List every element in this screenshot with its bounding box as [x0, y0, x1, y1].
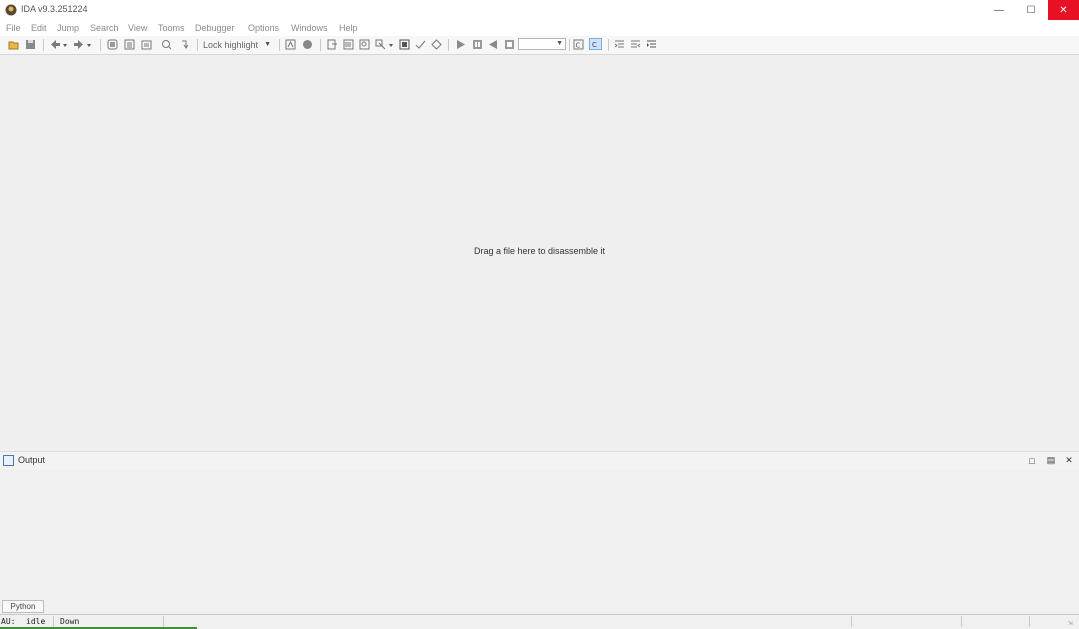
step-icon[interactable] [180, 39, 191, 50]
float-icon: ▤ [1046, 455, 1056, 465]
close-button[interactable]: ✕ [1048, 0, 1079, 20]
status-direction: Down [60, 617, 80, 626]
output-pane-header: Output □ ▤ ✕ [0, 451, 1079, 470]
structures-icon[interactable] [399, 39, 410, 50]
menu-bar: File Edit Jump Search View Tooms Debugge… [0, 20, 1079, 36]
open-file-button[interactable] [8, 39, 19, 50]
menu-windows[interactable]: Windows [291, 23, 328, 33]
ida-logo-icon [5, 4, 17, 16]
menu-tools[interactable]: Tooms [158, 23, 185, 33]
output-close-button[interactable]: ✕ [1063, 455, 1075, 466]
cli-language-button[interactable]: Python [2, 600, 44, 613]
status-au-state: idle [26, 617, 46, 626]
output-window-icon [3, 455, 14, 466]
menu-file[interactable]: File [6, 23, 21, 33]
imports-icon[interactable] [343, 39, 354, 50]
hex-view-icon[interactable] [141, 39, 152, 50]
menu-search[interactable]: Search [90, 23, 119, 33]
close-icon: ✕ [1065, 455, 1073, 465]
patch-icon[interactable] [415, 39, 426, 50]
names-icon[interactable] [359, 39, 370, 50]
maximize-icon: ☐ [1026, 4, 1036, 16]
svg-text:C: C [592, 41, 597, 49]
output-maximize-button[interactable]: □ [1026, 455, 1038, 466]
back-button[interactable] [50, 39, 61, 50]
drop-hint: Drag a file here to disassemble it [473, 246, 606, 256]
pseudocode-icon[interactable]: C [573, 39, 584, 50]
minimize-button[interactable]: — [984, 0, 1014, 20]
close-icon: ✕ [1059, 4, 1068, 16]
collapse-icon[interactable] [646, 39, 657, 50]
lock-highlight-label: Lock highlight [203, 39, 259, 50]
forward-button[interactable] [73, 39, 84, 50]
cli-bar: Python [0, 600, 1079, 615]
chevron-down-icon: ▼ [556, 40, 563, 47]
find-icon[interactable] [161, 39, 172, 50]
run-icon[interactable] [455, 39, 466, 50]
outdent-icon[interactable] [614, 39, 625, 50]
minimize-icon: — [994, 4, 1004, 16]
xrefs-icon[interactable] [375, 39, 386, 50]
debugger-select[interactable]: ▼ [518, 38, 566, 50]
step-back-icon[interactable] [488, 39, 499, 50]
graph-view-icon[interactable] [107, 39, 118, 50]
menu-help[interactable]: Help [339, 23, 358, 33]
resize-grip-icon[interactable]: ⇲ [1068, 618, 1077, 627]
indent-icon[interactable] [630, 39, 641, 50]
exports-icon[interactable] [327, 39, 338, 50]
menu-jump[interactable]: Jump [57, 23, 79, 33]
decompile-toggle-icon[interactable]: C [589, 38, 602, 50]
menu-options[interactable]: Options [248, 23, 279, 33]
lock-highlight-dropdown[interactable]: Lock highlight ▼ [200, 38, 274, 51]
svg-text:C: C [576, 42, 581, 50]
output-title: Output [18, 455, 46, 465]
status-bar: AU: idle Down ⇲ [0, 615, 1079, 629]
save-button[interactable] [25, 39, 36, 50]
chevron-down-icon: ▼ [264, 41, 271, 48]
window-title: IDA v9.3.251224 [21, 4, 88, 14]
xrefs-dropdown-icon[interactable] [388, 39, 394, 50]
maximize-button[interactable]: ☐ [1016, 0, 1046, 20]
settings-icon[interactable] [431, 39, 442, 50]
toolbar: Lock highlight ▼ ▼ C C [0, 36, 1079, 55]
pause-icon[interactable] [472, 39, 483, 50]
segments-icon[interactable] [285, 39, 296, 50]
menu-debugger[interactable]: Debugger [195, 23, 235, 33]
back-dropdown-icon[interactable] [62, 39, 68, 50]
forward-dropdown-icon[interactable] [86, 39, 92, 50]
maximize-icon: □ [1029, 455, 1035, 466]
menu-view[interactable]: View [128, 23, 147, 33]
title-bar: IDA v9.3.251224 — ☐ ✕ [0, 0, 1079, 20]
output-float-button[interactable]: ▤ [1045, 455, 1057, 466]
text-view-icon[interactable] [124, 39, 135, 50]
status-au-label: AU: [1, 617, 16, 626]
output-text-area[interactable] [0, 469, 1079, 600]
menu-edit[interactable]: Edit [31, 23, 47, 33]
stop-icon[interactable] [504, 39, 515, 50]
function-icon[interactable] [302, 39, 313, 50]
